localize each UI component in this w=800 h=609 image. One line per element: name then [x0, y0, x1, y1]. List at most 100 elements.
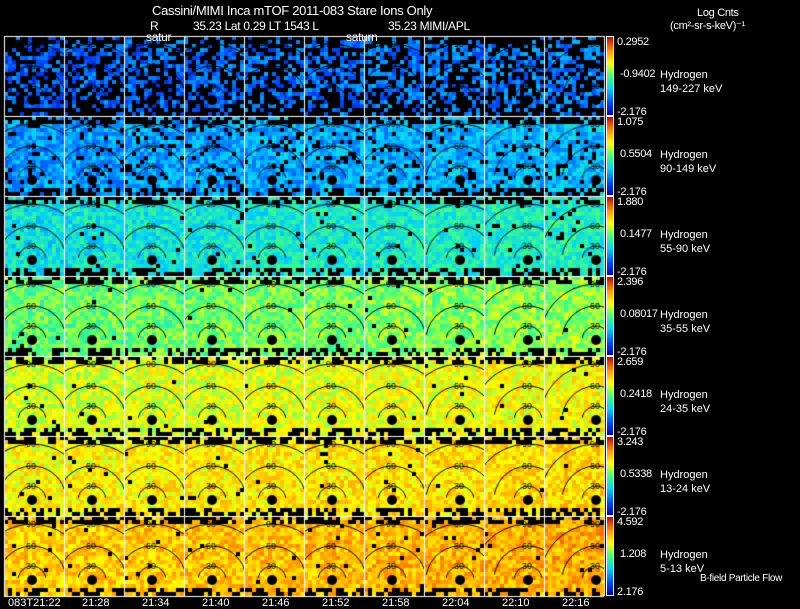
image-panel — [424, 116, 484, 196]
image-panel — [124, 196, 184, 276]
colorbar — [606, 516, 614, 596]
image-panel — [124, 116, 184, 196]
energy-range-label: 90-149 keV — [660, 163, 717, 175]
image-panel — [484, 196, 544, 276]
time-tick-label: 21:40 — [202, 597, 230, 609]
image-panel — [304, 116, 364, 196]
colorbar-mid-value: 0.5504 — [620, 148, 652, 160]
image-panel — [4, 116, 64, 196]
image-panel — [364, 276, 424, 356]
image-panel — [544, 516, 604, 596]
colorbar-max-value: 4.592 — [617, 516, 644, 528]
energy-band-label: Hydrogen 55-90 keV — [660, 228, 710, 256]
image-panel — [304, 516, 364, 596]
image-panel — [484, 516, 544, 596]
colorbar-max-value: 1.880 — [617, 196, 644, 208]
species-label: Hydrogen — [660, 389, 708, 401]
image-panel — [544, 36, 604, 116]
inca-plot: Cassini/MIMI Inca mTOF 2011-083 Stare Io… — [0, 0, 800, 609]
image-panel — [4, 36, 64, 116]
species-label: Hydrogen — [660, 549, 708, 561]
image-panel — [244, 116, 304, 196]
image-panel — [184, 356, 244, 436]
image-panel — [184, 36, 244, 116]
image-panel — [4, 516, 64, 596]
image-panel — [364, 116, 424, 196]
species-label: Hydrogen — [660, 309, 708, 321]
colorbar — [606, 196, 614, 276]
colorbar-max-value: 2.659 — [617, 356, 644, 368]
image-panel — [4, 436, 64, 516]
image-panel — [4, 196, 64, 276]
colorbar-mid-value: 0.1477 — [620, 228, 652, 240]
colorbar-mid-value: 0.08017 — [620, 308, 658, 320]
image-panel — [544, 356, 604, 436]
time-tick-label: 22:10 — [502, 597, 530, 609]
energy-range-label: 13-24 keV — [660, 483, 711, 495]
image-panel — [124, 356, 184, 436]
image-panel — [244, 516, 304, 596]
image-panel — [244, 196, 304, 276]
image-panel — [424, 276, 484, 356]
colorbar-mid-value: -0.9402 — [620, 68, 656, 80]
time-tick-label: 083T21:22 — [8, 597, 61, 609]
image-panel — [424, 196, 484, 276]
species-label: Hydrogen — [660, 469, 708, 481]
species-label: Hydrogen — [660, 69, 708, 81]
colorbar-min-value: 2.176 — [617, 586, 644, 598]
image-panel — [64, 276, 124, 356]
image-panel — [424, 36, 484, 116]
image-panel — [424, 516, 484, 596]
colorbar-mid-value: 0.2418 — [620, 388, 652, 400]
time-tick-label: 21:28 — [82, 597, 110, 609]
planet-label: saturn — [346, 30, 378, 44]
image-panel — [244, 356, 304, 436]
colorbar-mid-value: 1.208 — [620, 548, 647, 560]
image-panel — [544, 116, 604, 196]
time-tick-label: 22:16 — [562, 597, 590, 609]
image-panel — [544, 436, 604, 516]
image-panel — [364, 36, 424, 116]
plot-title: Cassini/MIMI Inca mTOF 2011-083 Stare Io… — [152, 3, 433, 18]
energy-band-label: Hydrogen 90-149 keV — [660, 148, 716, 176]
time-tick-label: 21:52 — [322, 597, 350, 609]
image-panel — [64, 436, 124, 516]
image-panel — [544, 276, 604, 356]
position-info: 35.23 Lat 0.29 LT 1543 L — [193, 19, 319, 33]
image-panel — [184, 276, 244, 356]
image-panel — [304, 196, 364, 276]
image-panel — [364, 356, 424, 436]
image-panel — [124, 516, 184, 596]
units-label: Log Cnts — [697, 7, 739, 19]
colorbar-max-value: 1.075 — [617, 116, 644, 128]
image-panel — [124, 436, 184, 516]
species-label: Hydrogen — [660, 229, 708, 241]
image-panel — [124, 276, 184, 356]
time-tick-label: 21:58 — [382, 597, 410, 609]
time-tick-label: 22:04 — [442, 597, 470, 609]
colorbar — [606, 356, 614, 436]
colorbar — [606, 436, 614, 516]
units-formula: (cm²-sr-s-keV)⁻¹ — [670, 20, 745, 32]
energy-range-label: 55-90 keV — [660, 243, 711, 255]
image-panel — [244, 436, 304, 516]
image-panel — [64, 516, 124, 596]
image-panel — [304, 36, 364, 116]
image-panel — [184, 516, 244, 596]
energy-band-label: Hydrogen 13-24 keV — [660, 468, 710, 496]
time-tick-label: 21:46 — [262, 597, 290, 609]
image-panel — [544, 196, 604, 276]
image-panel — [184, 436, 244, 516]
colorbar — [606, 116, 614, 196]
image-panel — [124, 36, 184, 116]
image-panel — [184, 116, 244, 196]
image-panel — [484, 436, 544, 516]
energy-band-label: Hydrogen 35-55 keV — [660, 308, 710, 336]
species-label: Hydrogen — [660, 149, 708, 161]
colorbar-mid-value: 0.5338 — [620, 468, 652, 480]
image-panel — [424, 356, 484, 436]
image-panel — [304, 436, 364, 516]
energy-range-label: 149-227 keV — [660, 83, 723, 95]
energy-band-label: Hydrogen 24-35 keV — [660, 388, 710, 416]
image-panel — [64, 116, 124, 196]
